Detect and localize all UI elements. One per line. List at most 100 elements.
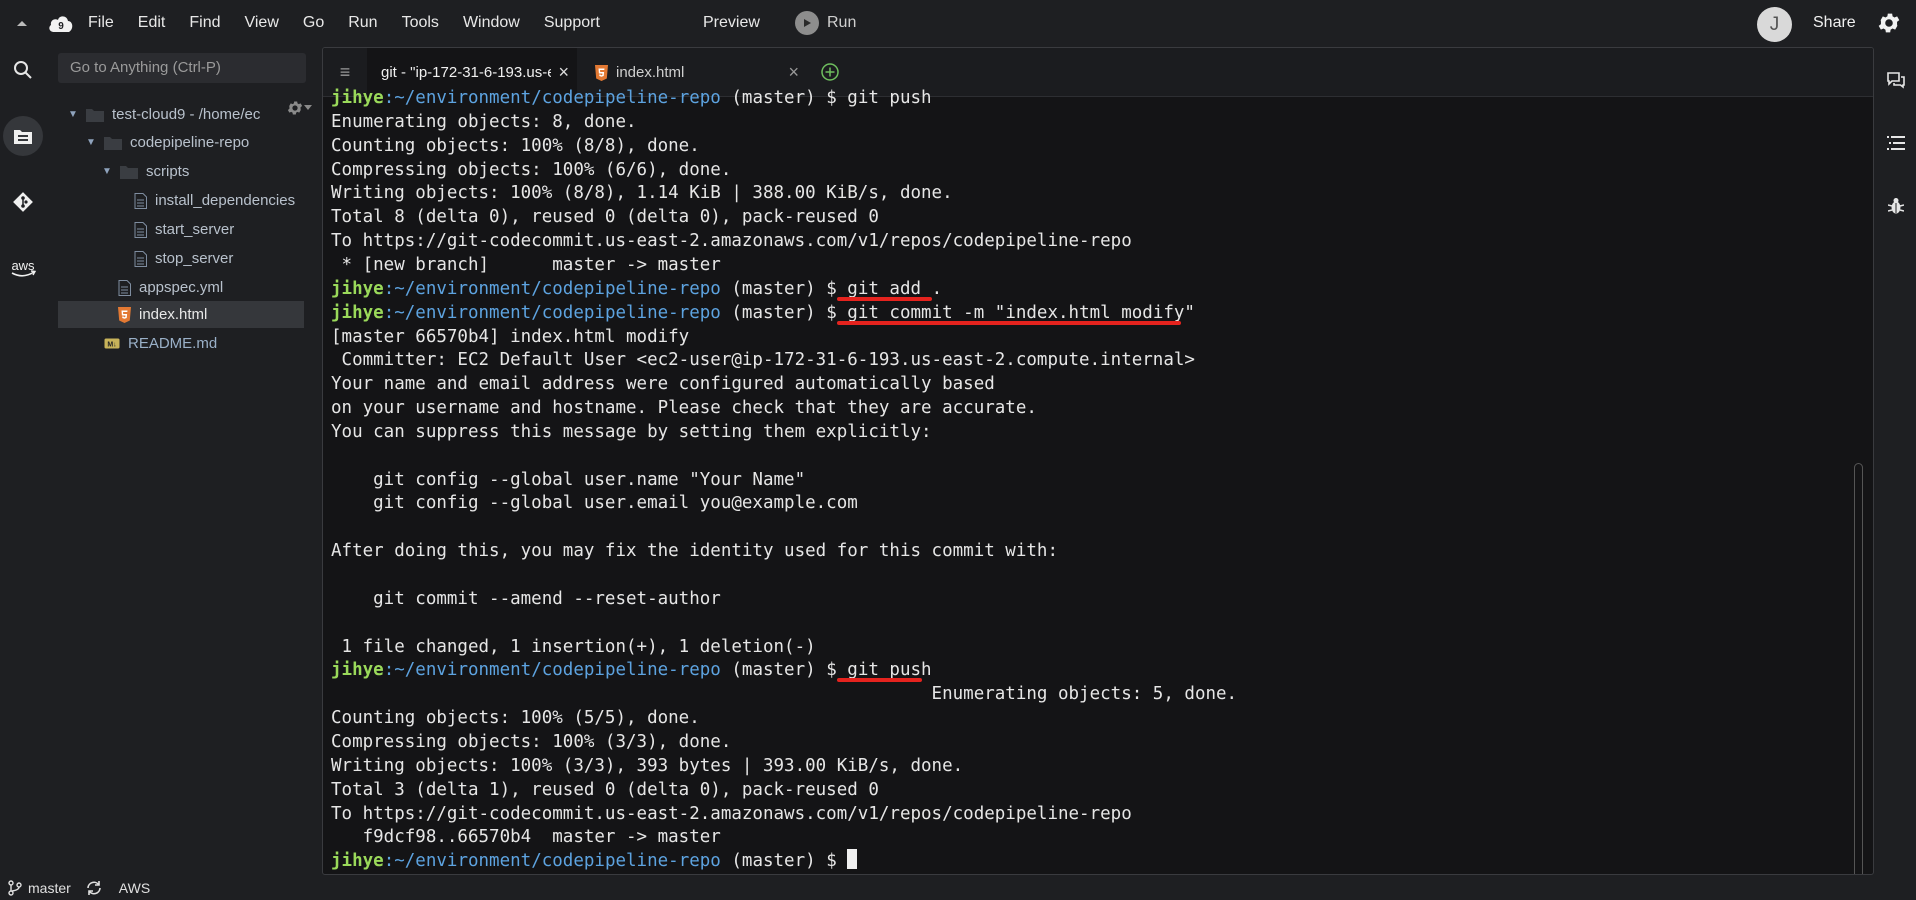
gear-icon [287, 101, 303, 115]
git-branch-indicator[interactable]: master [8, 880, 71, 896]
terminal-output-line: git commit --amend --reset-author [331, 588, 721, 609]
add-tab-icon[interactable] [820, 62, 840, 82]
tree-item-install-dependencies[interactable]: install_dependencies [134, 187, 314, 214]
prompt-branch: (master) $ [720, 302, 848, 323]
preview-button[interactable]: Preview [703, 0, 760, 45]
tree-item-label: test-cloud9 - /home/ec [112, 106, 261, 123]
terminal-output-line: To https://git-codecommit.us-east-2.amaz… [331, 803, 1132, 824]
collapse-menu-button[interactable] [0, 0, 44, 45]
search-panel-button[interactable] [0, 47, 46, 93]
aws-icon: aws [11, 258, 37, 277]
tree-item-label: appspec.yml [139, 279, 224, 296]
markdown-icon: M↓ [104, 338, 120, 349]
tree-item-readme[interactable]: M↓ README.md [104, 330, 304, 357]
chevron-down-icon: ▼ [68, 109, 78, 120]
tree-item-scripts[interactable]: ▼ scripts [100, 158, 300, 185]
command-text: git commit -m "index.html modify" [847, 302, 1195, 323]
tab-label: index.html [616, 64, 685, 81]
terminal-output-line: Total 3 (delta 1), reused 0 (delta 0), p… [331, 779, 879, 800]
tree-settings-button[interactable] [286, 99, 312, 117]
file-tree-panel: Go to Anything (Ctrl-P) ▼ test-cloud9 - … [46, 45, 316, 870]
menu-go[interactable]: Go [291, 0, 336, 45]
tree-item-start-server[interactable]: start_server [134, 216, 314, 243]
preferences-gear-icon[interactable] [1876, 10, 1902, 36]
prompt-user: jihye [331, 302, 384, 323]
tree-item-label: install_dependencies [155, 192, 296, 209]
git-icon [13, 192, 33, 212]
file-icon [134, 250, 147, 267]
aws-connection-label[interactable]: AWS [119, 880, 150, 896]
file-icon [134, 192, 147, 209]
outline-button[interactable] [1876, 123, 1916, 163]
folder-files-icon [14, 130, 32, 144]
terminal-output[interactable]: jihye:~/environment/codepipeline-repo (m… [331, 86, 1841, 874]
terminal-prompt-line: jihye:~/environment/codepipeline-repo (m… [331, 277, 942, 301]
menu-run[interactable]: Run [336, 0, 389, 45]
terminal-scrollbar[interactable] [1854, 463, 1863, 874]
prompt-user: jihye [331, 660, 384, 681]
file-icon [134, 221, 147, 238]
tree-item-appspec[interactable]: appspec.yml [118, 274, 308, 301]
cloud9-logo: 9 [44, 0, 78, 45]
tree-item-label: scripts [146, 163, 190, 180]
menu-view[interactable]: View [232, 0, 290, 45]
terminal-output-line: Compressing objects: 100% (3/3), done. [331, 731, 732, 752]
aws-toolkit-button[interactable]: aws [0, 245, 46, 291]
right-rail [1876, 60, 1916, 249]
bug-icon [1888, 198, 1904, 214]
file-icon [118, 279, 131, 296]
tree-item-test-cloud9[interactable]: ▼ test-cloud9 - /home/ec [66, 101, 266, 128]
command-text: git push [847, 660, 932, 681]
menu-file[interactable]: File [78, 0, 126, 45]
tree-item-index-html[interactable]: index.html [58, 301, 304, 328]
run-label: Run [827, 13, 857, 31]
terminal-output-line: You can suppress this message by setting… [331, 421, 932, 442]
menu-edit[interactable]: Edit [126, 0, 178, 45]
branch-label: master [28, 880, 71, 896]
terminal-output-line: Total 8 (delta 0), reused 0 (delta 0), p… [331, 207, 879, 228]
menu-tools[interactable]: Tools [390, 0, 451, 45]
run-button[interactable]: Run [795, 0, 856, 45]
menu-window[interactable]: Window [451, 0, 532, 45]
tree-item-label: stop_server [155, 250, 234, 267]
menu-find[interactable]: Find [177, 0, 232, 45]
terminal-output-line: Enumerating objects: 5, done. [331, 684, 1238, 705]
terminal-output-line: Writing objects: 100% (8/8), 1.14 KiB | … [331, 183, 953, 204]
caret-up-icon [17, 20, 27, 26]
html5-icon [595, 64, 608, 81]
tree-item-label: codepipeline-repo [130, 134, 250, 151]
close-icon[interactable]: × [788, 62, 799, 83]
tree-item-stop-server[interactable]: stop_server [134, 245, 314, 272]
tree-item-label: index.html [139, 306, 208, 323]
tree-item-codepipeline-repo[interactable]: ▼ codepipeline-repo [84, 129, 304, 156]
terminal-prompt-line: jihye:~/environment/codepipeline-repo (m… [331, 849, 858, 873]
debugger-button[interactable] [1876, 186, 1916, 226]
source-control-button[interactable] [0, 179, 46, 225]
highlight-underline [837, 320, 1181, 325]
terminal-output-line: After doing this, you may fix the identi… [331, 541, 1058, 562]
sync-button[interactable] [85, 880, 103, 896]
editor-panel: ≡ git - "ip-172-31-6-193.us-e × index.ht… [322, 47, 1874, 875]
folder-icon [104, 136, 122, 150]
prompt-user: jihye [331, 88, 384, 108]
terminal-output-line: f9dcf98..66570b4 master -> master [331, 827, 721, 848]
prompt-path: :~/environment/codepipeline-repo [383, 302, 721, 323]
search-icon [14, 61, 32, 79]
terminal-output-line: Writing objects: 100% (3/3), 393 bytes |… [331, 755, 964, 776]
terminal-prompt-line: jihye:~/environment/codepipeline-repo (m… [331, 301, 1195, 325]
collaborate-button[interactable] [1876, 60, 1916, 100]
terminal-prompt-line: jihye:~/environment/codepipeline-repo (m… [331, 658, 932, 683]
menu-support[interactable]: Support [532, 0, 612, 45]
environment-panel-button[interactable] [0, 113, 46, 159]
close-icon[interactable]: × [558, 62, 569, 83]
tab-label: git - "ip-172-31-6-193.us-e [381, 64, 551, 81]
svg-text:M↓: M↓ [107, 342, 116, 349]
user-avatar[interactable]: J [1757, 7, 1792, 42]
share-button[interactable]: Share [1813, 0, 1856, 45]
prompt-path: :~/environment/codepipeline-repo [383, 278, 721, 299]
html5-icon [118, 306, 131, 323]
goto-anything-input[interactable]: Go to Anything (Ctrl-P) [58, 53, 306, 83]
play-icon [795, 10, 819, 35]
chevron-down-icon [304, 105, 312, 110]
prompt-user: jihye [331, 851, 384, 872]
